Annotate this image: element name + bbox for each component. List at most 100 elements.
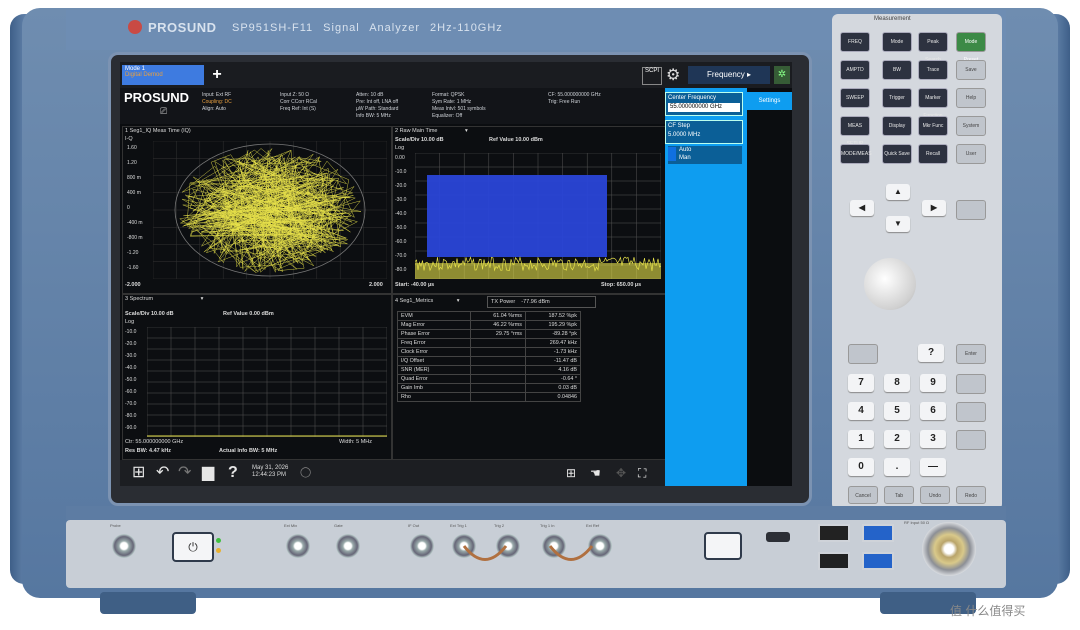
unit-key[interactable] [956,402,986,422]
digit-key[interactable]: 6 [920,402,946,420]
meas-key-mode-meas[interactable]: MODE/MEAS [840,144,872,164]
unit-key[interactable] [956,374,986,394]
digit-key[interactable]: 5 [884,402,910,420]
add-screen-icon[interactable]: + [208,66,226,84]
meas-key-trigger[interactable]: Trigger [882,88,912,108]
scpi-icon[interactable]: SCPI [642,67,662,85]
meas-key-marker-function[interactable]: Marker Function [918,88,948,119]
bottom-key-undo[interactable]: Undo [920,486,950,504]
port-connector[interactable] [286,534,310,558]
spectrum-window[interactable]: 3 Spectrum ▾ Scale/Div 10.00 dB Ref Valu… [122,294,392,460]
windows-icon[interactable]: ⊞ [132,464,145,482]
arrow-up-icon[interactable]: ▲ [886,184,910,200]
metric-name: Clock Error [397,347,471,357]
usb-port-1[interactable] [818,524,850,542]
metrics-window-title: 4 Seg1_Metrics ▾ [395,298,460,304]
side-key-extra[interactable] [956,200,986,220]
arrow-left-icon[interactable]: ◀ [850,200,874,216]
side-key-system[interactable]: System [956,116,986,136]
undo-icon[interactable]: ↶ [156,464,169,482]
side-key-user[interactable]: User [956,144,986,164]
spectrum-scale: Scale/Div 10.00 dB [125,311,174,317]
port-connector[interactable] [410,534,434,558]
spectrum-window-title: 3 Spectrum ▾ [125,296,204,302]
iq-ytick: -800 m [127,235,143,241]
unit-key[interactable] [956,430,986,450]
port-connector[interactable] [336,534,360,558]
meas-key-quick-save[interactable]: Quick Save [882,144,912,164]
spectrum-width: Width: 5 MHz [339,439,373,445]
window-layout-icon[interactable]: ⊞ [566,464,576,482]
iq-ytick: 1.20 [127,160,137,166]
meas-key-bw[interactable]: BW [882,60,912,80]
digit-key[interactable]: . [884,458,910,476]
meas-key-trace[interactable]: Trace [918,60,948,80]
digit-key[interactable]: 4 [848,402,874,420]
meas-key-sweep[interactable]: SWEEP [840,88,870,108]
metric-rms [470,347,526,357]
arrow-right-icon[interactable]: ▶ [922,200,946,216]
digit-key[interactable]: — [920,458,946,476]
meas-key-freq[interactable]: FREQ [840,32,870,52]
digit-key[interactable]: 1 [848,430,874,448]
side-key-help[interactable]: Help [956,88,986,108]
touch-icon[interactable]: ☚ [590,464,601,482]
raw-ytick: -80.0 [395,267,407,273]
port-label: Trig 2 [494,523,505,528]
help-icon[interactable]: ? [228,464,238,482]
metrics-window[interactable]: 4 Seg1_Metrics ▾ TX Power -77.96 dBm EVM… [392,294,666,460]
side-key-mode-preset[interactable]: Mode Preset [956,32,986,63]
meas-key-recall[interactable]: Recall [918,144,948,164]
settings-panel-icon[interactable]: ✲ [774,66,790,84]
port-connector[interactable] [112,534,136,558]
raw-time-window[interactable]: 2 Raw Main Time ▾ Scale/Div 10.00 dB Ref… [392,126,666,294]
cf-step-field[interactable]: CF Step 5.0000 MHz [665,120,743,144]
metric-peak: 187.52 %pk [525,311,581,321]
usb-port-2[interactable] [818,552,850,570]
meas-key-meas-setup[interactable]: MEAS SETUP [840,116,870,147]
usb3-port-2[interactable] [862,552,894,570]
settings-tab[interactable]: Settings [747,92,792,110]
bottom-key-tab[interactable]: Tab [884,486,914,504]
meas-key-peak-search[interactable]: Peak Search [918,32,948,63]
raw-burst-envelope [427,175,607,257]
meas-key-mode[interactable]: Mode [882,32,912,52]
backspace-key[interactable] [848,344,878,364]
usb3-port-1[interactable] [862,524,894,542]
power-button[interactable]: ⏻ [172,532,214,562]
screen-save-icon[interactable]: ⎚ [160,106,167,117]
rf-input-connector[interactable] [922,522,976,576]
digit-key[interactable]: 3 [920,430,946,448]
bottom-key-cancel[interactable]: Cancel [848,486,878,504]
side-key-save[interactable]: Save [956,60,986,80]
meas-key-display[interactable]: Display [882,116,912,136]
rotary-knob[interactable] [864,258,916,310]
mode-tab[interactable]: Mode 1 Digital Demod [122,65,204,85]
digit-key[interactable]: 2 [884,430,910,448]
redo-icon[interactable]: ↷ [178,464,191,482]
digit-key[interactable]: 9 [920,374,946,392]
move-icon[interactable]: ✥ [616,464,626,482]
spectrum-actbw: Actual Info BW: 5 MHz [219,448,278,454]
digit-key[interactable]: 7 [848,374,874,392]
bottom-key-redo[interactable]: Redo [956,486,986,504]
center-frequency-field[interactable]: Center Frequency 55.000000000 GHz [665,92,743,116]
fullscreen-icon[interactable]: ⛶ [638,464,646,482]
metric-rms [470,383,526,393]
frequency-menu-button[interactable]: Frequency ▸ [688,66,770,84]
iq-window[interactable]: 1 Seg1_IQ Meas Time (IQ) I-Q 1.60 1.20 800… [122,126,392,294]
iq-ytick: -400 m [127,220,143,226]
arrow-down-icon[interactable]: ▼ [886,216,910,232]
help-key[interactable]: ? [918,344,944,362]
gear-icon[interactable]: ⚙ [666,65,680,85]
digit-key[interactable]: 0 [848,458,874,476]
folder-icon[interactable]: ▆ [202,464,214,482]
usb-c-port[interactable] [766,532,790,542]
preset-button[interactable] [704,532,742,560]
meas-key-mkr-func[interactable]: Mkr Func [918,116,948,136]
chat-icon[interactable]: ◯ [300,464,311,482]
enter-key[interactable]: Enter [956,344,986,364]
cf-step-auto-man[interactable]: Auto Man [668,146,742,164]
digit-key[interactable]: 8 [884,374,910,392]
meas-key-amptd[interactable]: AMPTD [840,60,870,80]
